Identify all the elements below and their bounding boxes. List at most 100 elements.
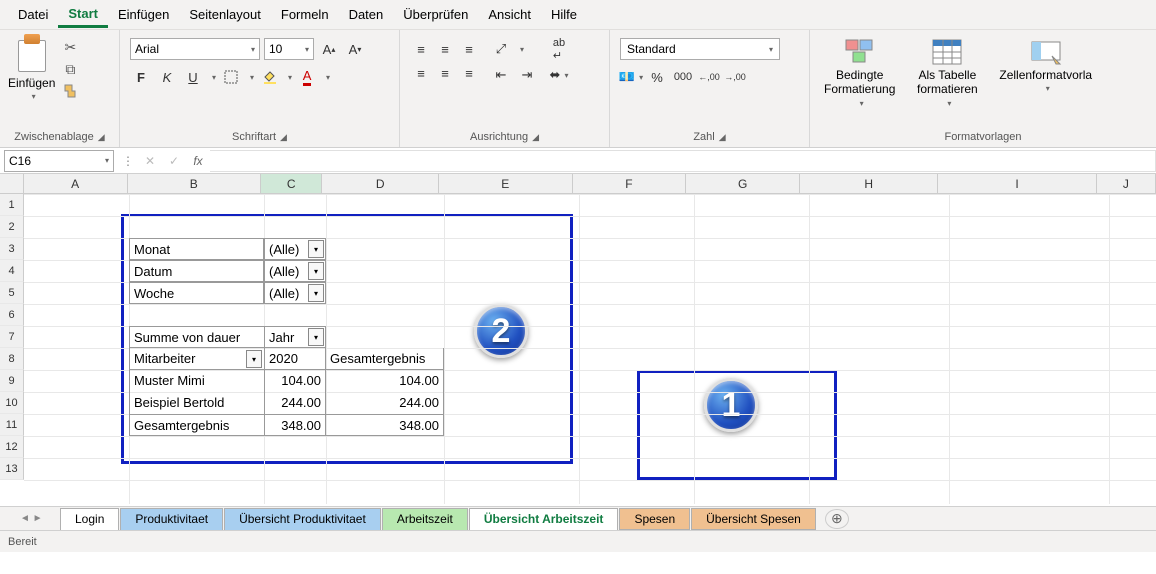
sheet-tab-übersicht-produktivitaet[interactable]: Übersicht Produktivitaet [224,508,381,530]
menu-ueberpruefen[interactable]: Überprüfen [393,3,478,26]
row-header-9[interactable]: 9 [0,370,24,392]
col-header-C[interactable]: C [261,174,322,193]
wrap-text-button[interactable]: ab↵ [548,38,570,60]
pivot-row-total[interactable]: 104.00 [326,370,444,392]
pivot-filter-label[interactable]: Monat [129,238,264,260]
thousands-button[interactable]: 000 [672,66,694,88]
sheet-tab-produktivitaet[interactable]: Produktivitaet [120,508,223,530]
row-header-10[interactable]: 10 [0,392,24,414]
cell-styles-button[interactable]: Zellenformatvorla ▾ [993,34,1098,97]
accounting-format-button[interactable]: 💶▾ [620,66,642,88]
col-header-B[interactable]: B [128,174,262,193]
align-left-button[interactable]: ≡ [410,62,432,84]
underline-button[interactable]: U [182,66,204,88]
font-size-combo[interactable]: 10 ▾ [264,38,314,60]
sheet-tab-übersicht-spesen[interactable]: Übersicht Spesen [691,508,816,530]
increase-indent-button[interactable]: ⇥ [516,64,538,86]
pivot-row-dropdown[interactable]: ▾ [246,350,262,368]
row-header-4[interactable]: 4 [0,260,24,282]
number-format-combo[interactable]: Standard ▾ [620,38,780,60]
row-header-11[interactable]: 11 [0,414,24,436]
increase-decimal-button[interactable]: ←,00 [698,66,720,88]
pivot-col-header[interactable]: 2020 [264,348,326,370]
select-all-corner[interactable] [0,174,24,193]
name-box[interactable]: C16 ▾ [4,150,114,172]
fill-color-button[interactable] [258,66,280,88]
menu-seitenlayout[interactable]: Seitenlayout [179,3,271,26]
col-header-A[interactable]: A [24,174,128,193]
pivot-value[interactable]: 104.00 [264,370,326,392]
cancel-formula-button[interactable]: ✕ [138,154,162,168]
pivot-row-field[interactable]: Mitarbeiter [129,348,264,370]
col-header-G[interactable]: G [686,174,800,193]
clipboard-dialog-launcher[interactable]: ◢ [98,132,105,143]
pivot-row-total[interactable]: 244.00 [326,392,444,414]
align-top-button[interactable]: ≡ [410,38,432,60]
pivot-filter-label[interactable]: Woche [129,282,264,304]
pivot-filter-label[interactable]: Datum [129,260,264,282]
font-dialog-launcher[interactable]: ◢ [280,132,287,143]
align-right-button[interactable]: ≡ [458,62,480,84]
menu-ansicht[interactable]: Ansicht [478,3,541,26]
align-center-button[interactable]: ≡ [434,62,456,84]
alignment-dialog-launcher[interactable]: ◢ [532,132,539,143]
row-header-12[interactable]: 12 [0,436,24,458]
pivot-row-name[interactable]: Beispiel Bertold [129,392,264,414]
pivot-grand-value[interactable]: 348.00 [264,414,326,436]
decrease-indent-button[interactable]: ⇤ [490,64,512,86]
font-name-combo[interactable]: Arial ▾ [130,38,260,60]
menu-start[interactable]: Start [58,2,108,28]
sheet-tab-arbeitszeit[interactable]: Arbeitszeit [382,508,468,530]
sheet-tab-spesen[interactable]: Spesen [619,508,690,530]
pivot-grand-total[interactable]: 348.00 [326,414,444,436]
col-header-I[interactable]: I [938,174,1096,193]
pivot-grand-row-label[interactable]: Gesamtergebnis [129,414,264,436]
pivot-filter-dropdown[interactable]: ▾ [308,284,324,302]
font-color-button[interactable]: A [296,66,318,88]
spreadsheet-grid[interactable]: ABCDEFGHIJ 12345678910111213 2 1 Monat(A… [0,174,1156,506]
pivot-values-label[interactable]: Summe von dauer [129,326,264,348]
menu-hilfe[interactable]: Hilfe [541,3,587,26]
number-dialog-launcher[interactable]: ◢ [719,132,726,143]
format-painter-button[interactable] [61,82,79,100]
accept-formula-button[interactable]: ✓ [162,154,186,168]
col-header-E[interactable]: E [439,174,573,193]
row-header-1[interactable]: 1 [0,194,24,216]
row-header-8[interactable]: 8 [0,348,24,370]
menu-formeln[interactable]: Formeln [271,3,339,26]
add-sheet-button[interactable]: ⊕ [825,509,849,529]
pivot-row-name[interactable]: Muster Mimi [129,370,264,392]
format-as-table-button[interactable]: Als Tabelle formatieren ▾ [907,34,987,112]
sheet-tab-login[interactable]: Login [60,508,119,530]
row-header-2[interactable]: 2 [0,216,24,238]
tab-nav-buttons[interactable]: ◄ ► [20,513,60,524]
merge-button[interactable]: ⬌▾ [548,64,570,86]
row-header-5[interactable]: 5 [0,282,24,304]
increase-font-button[interactable]: A▴ [318,38,340,60]
row-header-13[interactable]: 13 [0,458,24,480]
row-header-6[interactable]: 6 [0,304,24,326]
formula-input[interactable] [210,150,1156,172]
pivot-value[interactable]: 244.00 [264,392,326,414]
menu-daten[interactable]: Daten [339,3,394,26]
pivot-col-dropdown[interactable]: ▾ [308,328,324,346]
align-bottom-button[interactable]: ≡ [458,38,480,60]
borders-button[interactable] [220,66,242,88]
decrease-decimal-button[interactable]: →,00 [724,66,746,88]
fx-button[interactable]: fx [186,154,210,168]
bold-button[interactable]: F [130,66,152,88]
menu-datei[interactable]: Datei [8,3,58,26]
align-middle-button[interactable]: ≡ [434,38,456,60]
decrease-font-button[interactable]: A▾ [344,38,366,60]
paste-button[interactable]: Einfügen ▾ [8,34,55,101]
italic-button[interactable]: K [156,66,178,88]
pivot-filter-dropdown[interactable]: ▾ [308,240,324,258]
col-header-D[interactable]: D [322,174,439,193]
col-header-F[interactable]: F [573,174,687,193]
pivot-filter-dropdown[interactable]: ▾ [308,262,324,280]
pivot-grand-col-header[interactable]: Gesamtergebnis [326,348,444,370]
row-header-7[interactable]: 7 [0,326,24,348]
copy-button[interactable]: ⧉ [61,60,79,78]
col-header-J[interactable]: J [1097,174,1156,193]
conditional-formatting-button[interactable]: Bedingte Formatierung ▾ [818,34,901,112]
